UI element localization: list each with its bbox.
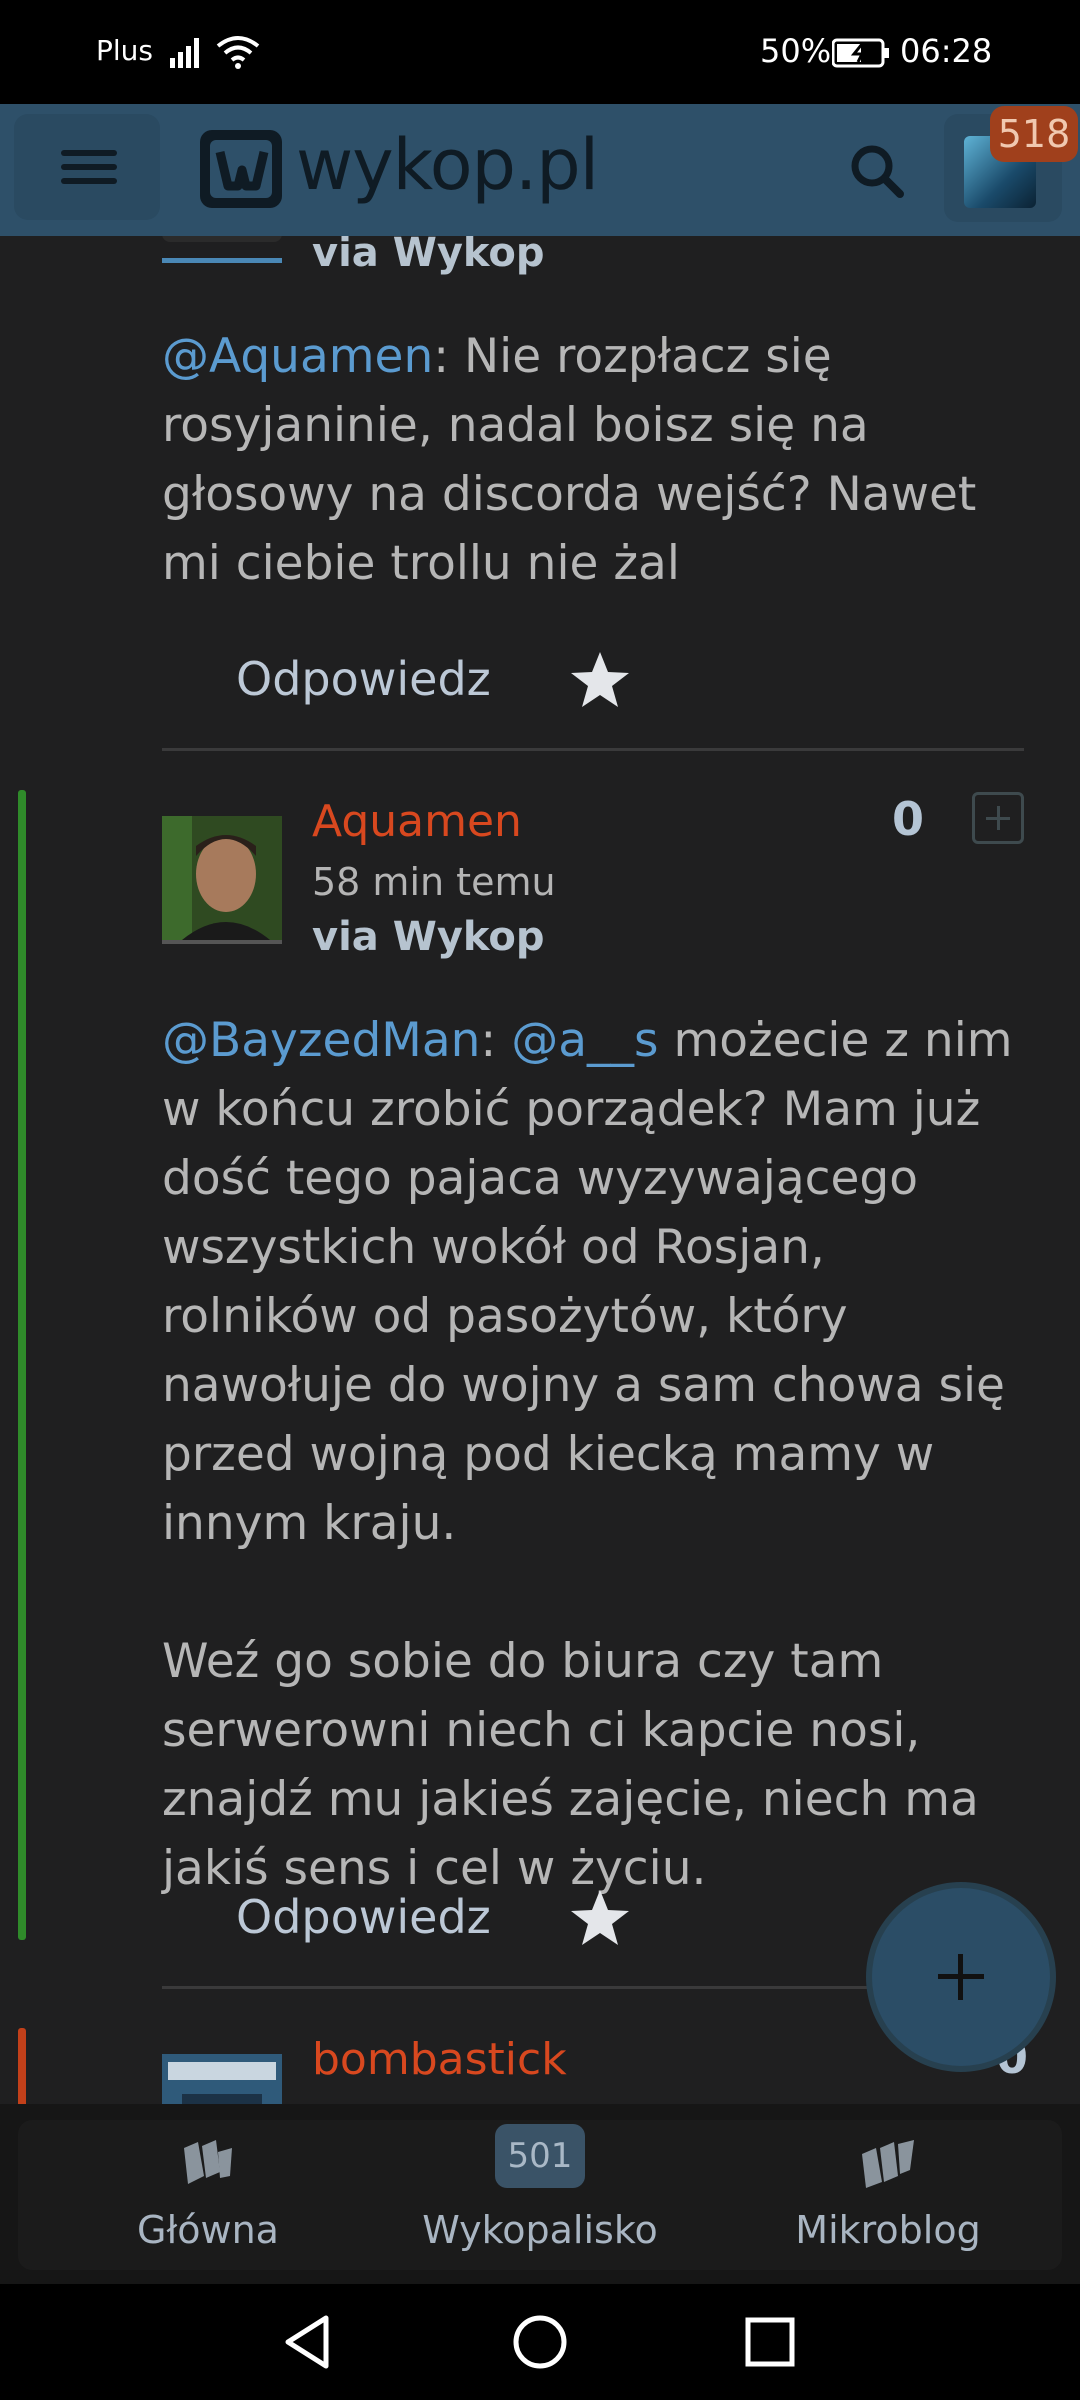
thread-indicator xyxy=(18,2028,26,2108)
avatar-image xyxy=(162,816,282,944)
wifi-icon xyxy=(216,36,260,69)
nav-item-mikroblog[interactable]: Mikroblog xyxy=(738,2120,1038,2270)
back-icon[interactable] xyxy=(278,2312,338,2372)
wykop-logo-icon xyxy=(200,130,282,208)
comment-body: @Aquamen: Nie rozpłacz się rosyjaninie, … xyxy=(162,322,1032,598)
star-icon[interactable] xyxy=(568,1886,632,1950)
logo-text: wykop.pl xyxy=(296,124,599,206)
menu-button[interactable] xyxy=(14,114,160,220)
home-icon[interactable] xyxy=(510,2312,570,2372)
author-name[interactable]: Aquamen xyxy=(312,796,522,847)
comment-text: Weź go sobie do biura czy tam serwerowni… xyxy=(162,1634,979,1896)
nav-item-wykopalisko[interactable]: 501 Wykopalisko xyxy=(390,2120,690,2270)
avatar-underline xyxy=(162,258,282,263)
status-bar: Plus 50% 06:28 xyxy=(0,0,1080,104)
nav-label: Mikroblog xyxy=(795,2208,981,2252)
thread-indicator xyxy=(18,790,26,1940)
comment-text: możecie z nim w końcu zrobić porządek? M… xyxy=(162,1013,1013,1551)
bottom-nav: Główna 501 Wykopalisko Mikroblog xyxy=(18,2120,1062,2270)
notifications-badge[interactable]: 518 xyxy=(990,106,1078,162)
via-label: via Wykop xyxy=(312,236,545,276)
system-nav-bar xyxy=(0,2284,1080,2400)
comment-body: @BayzedMan: @a__s możecie z nim w końcu … xyxy=(162,1013,1013,1896)
nav-item-glowna[interactable]: Główna xyxy=(58,2120,358,2270)
menu-icon xyxy=(61,150,117,156)
mention-link[interactable]: @Aquamen xyxy=(162,329,433,384)
app-header: wykop.pl xyxy=(0,104,1080,236)
recents-icon[interactable] xyxy=(740,2312,800,2372)
nav-label: Wykopalisko xyxy=(422,2208,658,2252)
comment-time: 58 min temu xyxy=(312,860,556,904)
avatar-image xyxy=(162,2054,282,2108)
reply-button[interactable]: Odpowiedz xyxy=(236,652,491,706)
signal-icon xyxy=(170,38,199,68)
reply-button[interactable]: Odpowiedz xyxy=(236,1890,491,1944)
star-icon[interactable] xyxy=(568,648,632,712)
clock: 06:28 xyxy=(900,32,993,70)
author-name[interactable]: bombastick xyxy=(312,2034,567,2085)
avatar xyxy=(162,236,282,242)
wykop-icon xyxy=(184,2140,232,2184)
mention-link[interactable]: @a__s xyxy=(511,1013,658,1068)
mention-link[interactable]: @BayzedMan xyxy=(162,1013,480,1068)
comments-list: via Wykop @Aquamen: Nie rozpłacz się ros… xyxy=(0,236,1080,2108)
count-badge: 501 xyxy=(495,2124,585,2188)
battery-percent: 50% xyxy=(760,32,832,70)
avatar[interactable] xyxy=(162,816,282,944)
vote-count: 0 xyxy=(892,792,925,846)
avatar[interactable] xyxy=(162,2054,282,2108)
mikroblog-icon xyxy=(862,2140,914,2188)
search-icon[interactable] xyxy=(838,132,918,212)
carrier-name: Plus xyxy=(96,34,153,67)
battery-icon xyxy=(832,38,889,68)
add-button[interactable] xyxy=(872,1888,1050,2066)
divider xyxy=(162,748,1024,751)
nav-label: Główna xyxy=(137,2208,279,2252)
via-label: via Wykop xyxy=(312,914,545,960)
upvote-button[interactable] xyxy=(972,792,1024,844)
